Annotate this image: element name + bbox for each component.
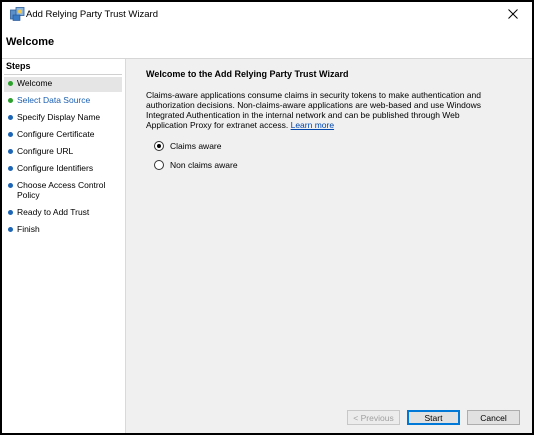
wizard-window: Add Relying Party Trust Wizard Welcome S… bbox=[2, 2, 532, 433]
step-status-icon bbox=[8, 81, 13, 86]
step-configure-url[interactable]: Configure URL bbox=[4, 145, 122, 160]
step-select-data-source[interactable]: Select Data Source bbox=[4, 94, 122, 109]
step-label: Welcome bbox=[17, 78, 53, 88]
step-label: Configure URL bbox=[17, 146, 74, 156]
step-configure-certificate[interactable]: Configure Certificate bbox=[4, 128, 122, 143]
step-label: Specify Display Name bbox=[17, 112, 101, 122]
window-title: Add Relying Party Trust Wizard bbox=[26, 9, 158, 20]
non-claims-aware-radio[interactable] bbox=[154, 160, 164, 170]
close-icon bbox=[508, 9, 518, 19]
wizard-header: Welcome bbox=[2, 26, 532, 59]
step-status-icon bbox=[8, 98, 13, 103]
step-label: Choose Access Control Policy bbox=[17, 180, 106, 200]
step-label: Configure Certificate bbox=[17, 129, 95, 139]
step-status-icon bbox=[8, 183, 13, 188]
previous-button[interactable]: < Previous bbox=[347, 410, 400, 425]
claims-aware-label: Claims aware bbox=[170, 141, 222, 151]
step-ready-to-add-trust[interactable]: Ready to Add Trust bbox=[4, 206, 122, 221]
content-heading: Welcome to the Add Relying Party Trust W… bbox=[146, 69, 349, 79]
step-label: Configure Identifiers bbox=[17, 163, 94, 173]
step-welcome[interactable]: Welcome bbox=[4, 77, 122, 92]
start-button[interactable]: Start bbox=[407, 410, 460, 425]
close-button[interactable] bbox=[500, 5, 526, 23]
non-claims-aware-label: Non claims aware bbox=[170, 160, 238, 170]
step-status-icon bbox=[8, 166, 13, 171]
step-label: Finish bbox=[17, 224, 40, 234]
steps-sidebar: Steps Welcome Select Data Source Specify… bbox=[2, 59, 126, 433]
description-text: Claims-aware applications consume claims… bbox=[146, 90, 481, 130]
title-bar[interactable]: Add Relying Party Trust Wizard bbox=[2, 2, 532, 26]
step-finish[interactable]: Finish bbox=[4, 223, 122, 238]
steps-heading: Steps bbox=[6, 61, 31, 71]
step-configure-identifiers[interactable]: Configure Identifiers bbox=[4, 162, 122, 177]
step-status-icon bbox=[8, 149, 13, 154]
claims-aware-option[interactable]: Claims aware bbox=[154, 141, 222, 151]
wizard-content: Welcome to the Add Relying Party Trust W… bbox=[126, 59, 532, 433]
cancel-button[interactable]: Cancel bbox=[467, 410, 520, 425]
steps-divider bbox=[4, 74, 122, 75]
step-status-icon bbox=[8, 227, 13, 232]
page-title: Welcome bbox=[6, 36, 55, 48]
claims-aware-radio[interactable] bbox=[154, 141, 164, 151]
non-claims-aware-option[interactable]: Non claims aware bbox=[154, 160, 238, 170]
step-choose-access-control-policy[interactable]: Choose Access Control Policy bbox=[4, 179, 122, 203]
step-label: Select Data Source bbox=[17, 95, 91, 105]
step-status-icon bbox=[8, 132, 13, 137]
step-status-icon bbox=[8, 115, 13, 120]
step-status-icon bbox=[8, 210, 13, 215]
step-specify-display-name[interactable]: Specify Display Name bbox=[4, 111, 122, 126]
adfs-wizard-icon bbox=[10, 7, 25, 21]
learn-more-link[interactable]: Learn more bbox=[291, 120, 334, 130]
step-label: Ready to Add Trust bbox=[17, 207, 90, 217]
